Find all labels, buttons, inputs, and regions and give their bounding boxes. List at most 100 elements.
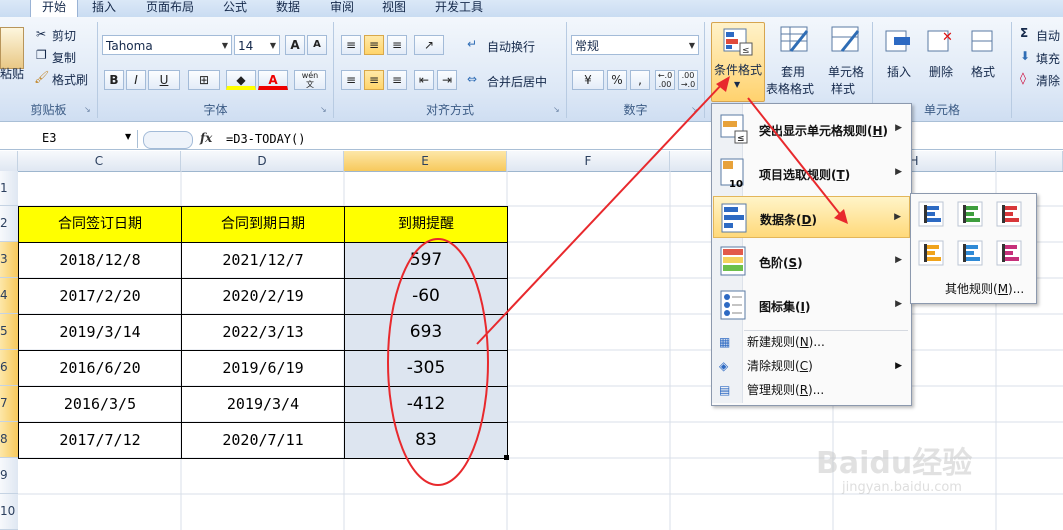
- dialog-launcher-icon[interactable]: ↘: [320, 105, 327, 114]
- chevron-down-icon[interactable]: ▼: [125, 132, 131, 141]
- formula-bar-handle[interactable]: [143, 131, 193, 149]
- phonetic-button[interactable]: wén 文: [294, 70, 326, 90]
- table-cell[interactable]: 2021/12/7: [181, 242, 345, 279]
- align-middle-button[interactable]: ≡: [364, 35, 384, 55]
- fill-button[interactable]: 填充: [1036, 50, 1060, 67]
- cell-styles-label-1[interactable]: 单元格: [828, 63, 864, 80]
- conditional-format-button[interactable]: ≤ 条件格式 ▼: [711, 22, 765, 102]
- align-bottom-button[interactable]: ≡: [387, 35, 407, 55]
- border-button[interactable]: ⊞: [188, 70, 220, 90]
- font-color-icon[interactable]: A: [258, 70, 288, 90]
- row-header-10[interactable]: 10: [0, 494, 18, 530]
- row-header-1[interactable]: 1: [0, 171, 18, 206]
- row-header-6[interactable]: 6: [0, 350, 18, 386]
- table-cell-selected[interactable]: 597: [344, 242, 508, 279]
- table-cell[interactable]: 2020/2/19: [181, 278, 345, 315]
- italic-button[interactable]: I: [126, 70, 146, 90]
- row-header-5[interactable]: 5: [0, 314, 18, 350]
- table-cell[interactable]: 2016/6/20: [18, 350, 182, 387]
- table-cell[interactable]: 2019/3/4: [181, 386, 345, 423]
- column-header-i[interactable]: [996, 151, 1063, 171]
- format-painter-icon[interactable]: 🖌: [34, 70, 49, 84]
- cut-button[interactable]: 剪切: [52, 27, 76, 44]
- menu-item-new-rule[interactable]: ▦ 新建规则(N)...: [713, 331, 910, 353]
- header-cell-reminder[interactable]: 到期提醒: [344, 206, 508, 243]
- table-cell[interactable]: 2019/3/14: [18, 314, 182, 351]
- eraser-icon[interactable]: ◊: [1020, 71, 1026, 85]
- table-cell[interactable]: 2017/2/20: [18, 278, 182, 315]
- percent-button[interactable]: %: [607, 70, 627, 90]
- delete-cells-button[interactable]: 删除: [929, 63, 953, 80]
- insert-cells-icon[interactable]: [884, 27, 914, 55]
- row-header-9[interactable]: 9: [0, 458, 18, 494]
- format-painter-button[interactable]: 格式刷: [52, 71, 88, 88]
- decrease-decimal-button[interactable]: .00 →.0: [678, 70, 698, 90]
- row-header-2[interactable]: 2: [0, 206, 18, 242]
- fill-handle[interactable]: [504, 455, 509, 460]
- table-format-label-2[interactable]: 表格格式: [766, 80, 814, 97]
- table-format-label-1[interactable]: 套用: [781, 63, 805, 80]
- cell-styles-label-2[interactable]: 样式: [831, 80, 855, 97]
- data-bar-gallery[interactable]: [918, 201, 1028, 271]
- paste-button[interactable]: 粘贴: [0, 65, 24, 82]
- table-cell[interactable]: 2022/3/13: [181, 314, 345, 351]
- tab-developer[interactable]: 开发工具: [428, 0, 490, 17]
- dialog-launcher-icon[interactable]: ↘: [84, 105, 91, 114]
- tab-view[interactable]: 视图: [374, 0, 414, 17]
- autosum-button[interactable]: 自动: [1036, 27, 1060, 44]
- delete-cells-icon[interactable]: ✕: [926, 27, 956, 55]
- row-header-7[interactable]: 7: [0, 386, 18, 422]
- wrap-text-icon[interactable]: ↵: [467, 37, 477, 51]
- table-cell-selected[interactable]: -412: [344, 386, 508, 423]
- copy-button[interactable]: 复制: [52, 49, 76, 66]
- increase-decimal-button[interactable]: ←.0.00: [655, 70, 675, 90]
- fill-down-icon[interactable]: ⬇: [1020, 49, 1030, 63]
- header-cell-expiry-date[interactable]: 合同到期日期: [181, 206, 345, 243]
- cut-icon[interactable]: ✂: [36, 27, 46, 41]
- header-cell-sign-date[interactable]: 合同签订日期: [18, 206, 182, 243]
- format-cells-button[interactable]: 格式: [971, 63, 995, 80]
- table-cell-selected[interactable]: 693: [344, 314, 508, 351]
- table-cell[interactable]: 2016/3/5: [18, 386, 182, 423]
- menu-item-manage-rules[interactable]: ▤ 管理规则(R)...: [713, 379, 910, 401]
- tab-review[interactable]: 审阅: [322, 0, 362, 17]
- decrease-indent-button[interactable]: ⇤: [414, 70, 434, 90]
- formula-input[interactable]: =D3-TODAY(): [226, 132, 305, 146]
- row-header-8[interactable]: 8: [0, 422, 18, 458]
- table-cell-selected[interactable]: 83: [344, 422, 508, 459]
- column-header-f[interactable]: F: [507, 151, 670, 171]
- insert-cells-button[interactable]: 插入: [887, 63, 911, 80]
- menu-item-color-scales[interactable]: 色阶(S) ▶: [713, 240, 910, 282]
- row-header-4[interactable]: 4: [0, 278, 18, 314]
- menu-item-top-bottom-rules[interactable]: 10 项目选取规则(T) ▶: [713, 152, 910, 194]
- paste-icon[interactable]: [0, 27, 24, 69]
- merge-center-icon[interactable]: ⇔: [467, 72, 477, 86]
- font-name-select[interactable]: Tahoma ▼: [102, 35, 232, 55]
- table-cell-selected[interactable]: -305: [344, 350, 508, 387]
- tab-insert[interactable]: 插入: [84, 0, 124, 17]
- align-left-button[interactable]: ≡: [341, 70, 361, 90]
- tab-page-layout[interactable]: 页面布局: [140, 0, 200, 17]
- increase-indent-button[interactable]: ⇥: [437, 70, 457, 90]
- grow-font-button[interactable]: A: [285, 35, 305, 55]
- comma-button[interactable]: ,: [630, 70, 650, 90]
- clear-button[interactable]: 清除: [1036, 72, 1060, 89]
- currency-button[interactable]: ¥: [572, 70, 604, 90]
- column-header-e[interactable]: E: [344, 151, 507, 171]
- copy-icon[interactable]: ❐: [36, 48, 47, 62]
- name-box[interactable]: E3 ▼: [0, 130, 138, 148]
- merge-center-button[interactable]: 合并后居中: [487, 73, 547, 90]
- submenu-item-more-rules[interactable]: 其他规则(M)...: [911, 278, 1034, 300]
- font-size-select[interactable]: 14 ▼: [234, 35, 280, 55]
- row-header-3[interactable]: 3: [0, 242, 18, 278]
- format-cells-icon[interactable]: [970, 27, 1000, 55]
- shrink-font-button[interactable]: A: [307, 35, 327, 55]
- dialog-launcher-icon[interactable]: ↘: [691, 105, 698, 114]
- table-cell-selected[interactable]: -60: [344, 278, 508, 315]
- number-format-select[interactable]: 常规 ▼: [571, 35, 699, 55]
- align-right-button[interactable]: ≡: [387, 70, 407, 90]
- tab-data[interactable]: 数据: [268, 0, 308, 17]
- align-center-button[interactable]: ≡: [364, 70, 384, 90]
- menu-item-data-bars[interactable]: 数据条(D) ▶: [713, 196, 910, 238]
- orientation-button[interactable]: ↗: [414, 35, 444, 55]
